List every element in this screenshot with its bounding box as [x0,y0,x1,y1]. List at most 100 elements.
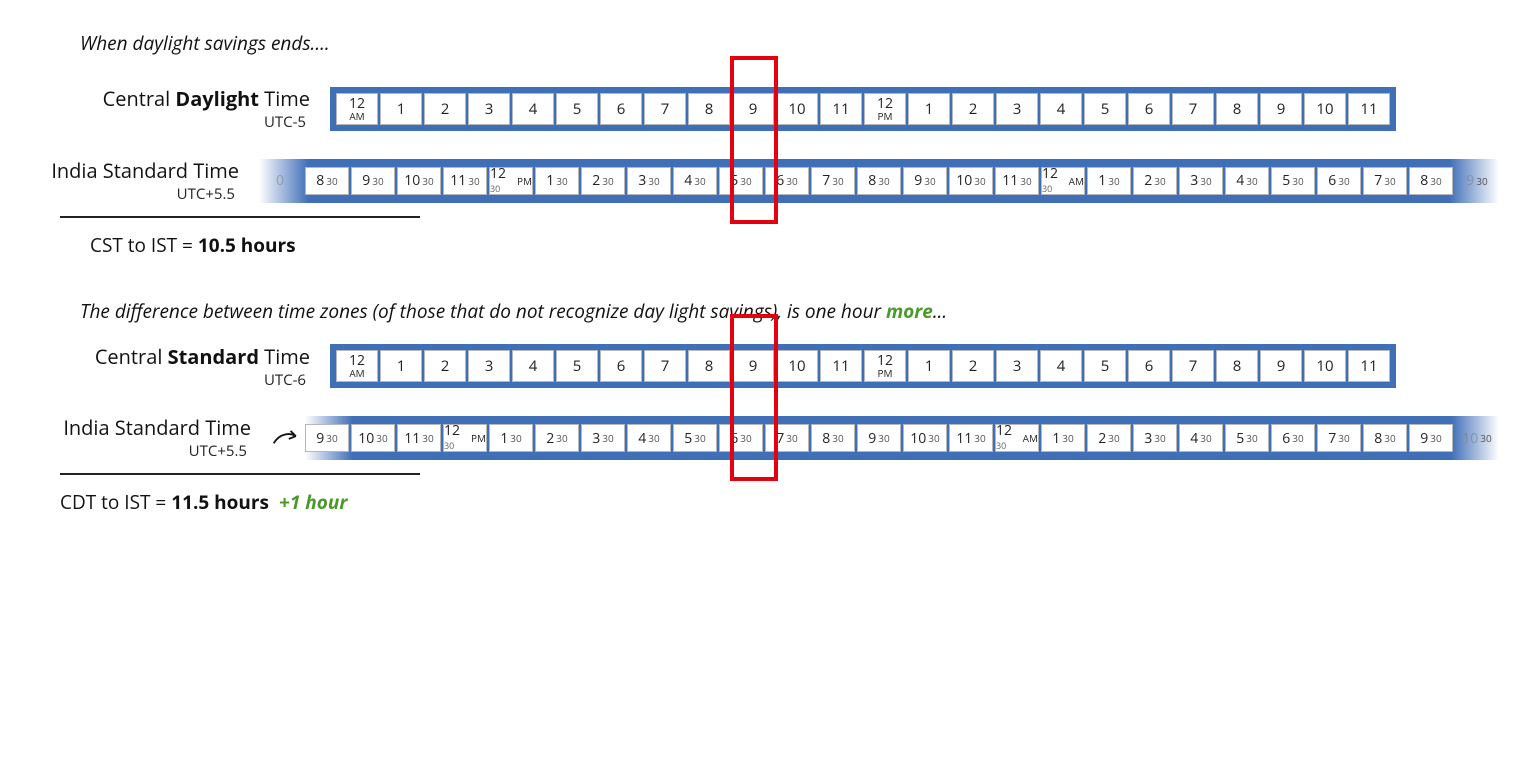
time-cell: 1030 [949,167,993,195]
time-cell: 830 [857,167,901,195]
time-cell: 230 [581,167,625,195]
result-1: CST to IST = 10.5 hours [90,232,1499,258]
time-cell: 430 [1225,167,1269,195]
time-cell: 330 [1133,424,1177,452]
time-cell: 1 [380,350,422,382]
time-cell: 10 [1304,350,1346,382]
time-cell: 530 [719,167,763,195]
timeline-cdt: 12AM123456789101112PM1234567891011 [330,87,1396,131]
time-cell: 730 [1317,424,1361,452]
time-cell: 3 [468,350,510,382]
time-cell: 9 [732,93,774,125]
time-cell: 930 [305,424,349,452]
time-cell: 6 [600,350,642,382]
row-cst: Central Standard Time UTC-6 12AM12345678… [30,344,1499,390]
time-cell: 330 [1179,167,1223,195]
time-cell: 7 [1172,93,1214,125]
intro-text-1: When daylight savings ends.... [80,30,1499,56]
time-cell: 7 [1172,350,1214,382]
row-ist-b: India Standard Time UTC+5.5 930103011301… [10,415,1499,461]
time-cell: 8 [688,350,730,382]
time-cell: 3 [996,93,1038,125]
timeline-ist-b: 9301030113012 30PM1302303304305306307308… [305,416,1499,460]
time-cell: 9 [1260,350,1302,382]
time-cell: 8 [688,93,730,125]
time-cell: 3 [468,93,510,125]
time-cell: 2 [424,93,466,125]
time-cell: 8 [1216,93,1258,125]
time-cell: 830 [811,424,855,452]
time-cell: 930 [903,167,947,195]
time-cell: 130 [1041,424,1085,452]
time-cell: 930 [1409,424,1453,452]
time-cell: 130 [489,424,533,452]
time-cell: 530 [1225,424,1269,452]
time-cell: 630 [719,424,763,452]
time-cell: 430 [1179,424,1223,452]
block-dst-ends: Central Daylight Time UTC-5 12AM12345678… [30,86,1499,204]
time-cell: 630 [1317,167,1361,195]
time-cell: 930 [1455,167,1499,195]
time-cell: 11 [820,93,862,125]
time-cell: 1 [380,93,422,125]
time-cell: 730 [811,167,855,195]
time-cell: 1 [908,93,950,125]
time-cell: 830 [1409,167,1453,195]
time-cell: 3 [996,350,1038,382]
time-cell: 330 [581,424,625,452]
time-cell: 630 [1271,424,1315,452]
time-cell: 730 [1363,167,1407,195]
timeline-ist-a: 08309301030113012 30PM130230330430530630… [259,159,1499,203]
time-cell: 130 [535,167,579,195]
time-cell: 12 30PM [443,424,487,452]
row-cdt: Central Daylight Time UTC-5 12AM12345678… [30,86,1499,132]
time-cell: 8 [1216,350,1258,382]
label-cdt: Central Daylight Time UTC-5 [30,86,330,132]
time-cell: 530 [673,424,717,452]
time-cell: 11 [820,350,862,382]
block-standard: Central Standard Time UTC-6 12AM12345678… [30,344,1499,462]
time-cell: 230 [1133,167,1177,195]
time-cell: 10 [1304,93,1346,125]
time-cell: 11 [1348,93,1390,125]
time-cell: 4 [512,350,554,382]
time-cell: 830 [1363,424,1407,452]
time-cell: 10 [776,350,818,382]
time-cell: 1130 [443,167,487,195]
time-cell: 5 [1084,93,1126,125]
time-cell: 1130 [995,167,1039,195]
time-cell: 7 [644,93,686,125]
divider-1 [60,216,420,218]
time-cell: 1030 [351,424,395,452]
label-cst: Central Standard Time UTC-6 [30,344,330,390]
time-cell: 330 [627,167,671,195]
time-cell: 5 [556,350,598,382]
time-cell: 4 [1040,350,1082,382]
time-cell: 6 [600,93,642,125]
time-cell: 9 [732,350,774,382]
time-cell: 12 30AM [995,424,1039,452]
time-cell: 230 [1087,424,1131,452]
time-cell: 5 [1084,350,1126,382]
time-cell: 230 [535,424,579,452]
page: When daylight savings ends.... Central D… [0,0,1529,784]
time-cell: 2 [952,93,994,125]
intro-text-2: The difference between time zones (of th… [80,298,1499,324]
timeline-cst: 12AM123456789101112PM1234567891011 [330,344,1396,388]
time-cell: 2 [952,350,994,382]
time-cell: 1130 [949,424,993,452]
time-cell: 12PM [864,93,906,125]
time-cell: 12AM [336,350,378,382]
time-cell: 4 [512,93,554,125]
time-cell: 430 [673,167,717,195]
time-cell: 1030 [397,167,441,195]
time-cell: 1030 [1455,424,1499,452]
time-cell: 930 [857,424,901,452]
time-cell: 730 [765,424,809,452]
time-cell: 630 [765,167,809,195]
time-cell: 1 [908,350,950,382]
time-cell: 1030 [903,424,947,452]
time-cell: 530 [1271,167,1315,195]
time-cell: 12PM [864,350,906,382]
time-cell: 7 [644,350,686,382]
